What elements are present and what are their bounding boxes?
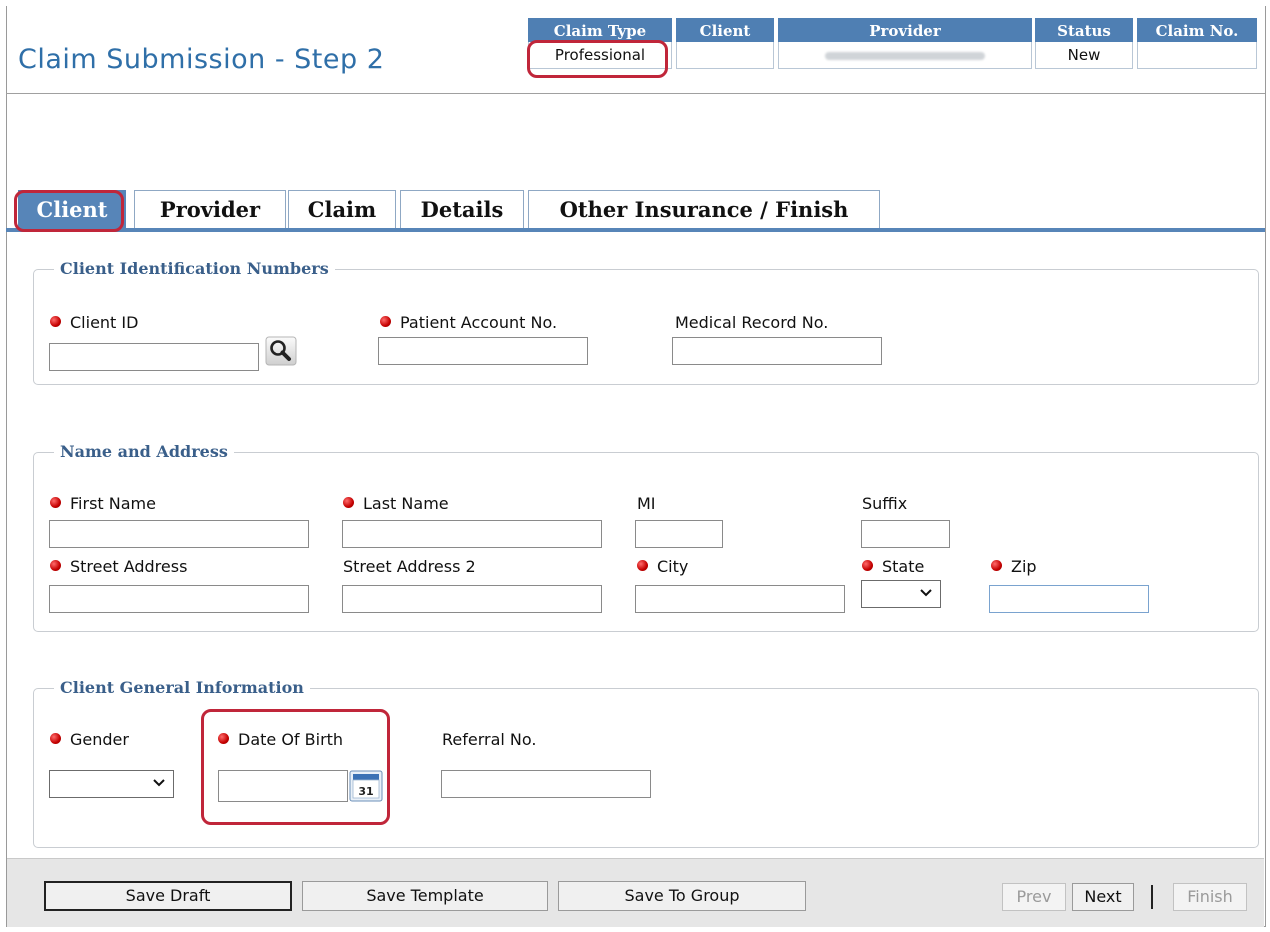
- section-legend: Client General Information: [54, 678, 310, 697]
- tab-underline: [6, 228, 1265, 232]
- finish-button[interactable]: Finish: [1173, 883, 1247, 911]
- summary-header: Claim No.: [1137, 18, 1257, 42]
- zip-label: Zip: [991, 557, 1037, 576]
- referral-input[interactable]: [441, 770, 651, 798]
- tab-other-insurance-finish[interactable]: Other Insurance / Finish: [528, 190, 880, 228]
- mi-label: MI: [637, 494, 656, 513]
- chevron-down-icon: [920, 589, 932, 597]
- summary-col-status: Status New: [1035, 18, 1133, 69]
- patient-account-input[interactable]: [378, 337, 588, 365]
- patient-account-label: Patient Account No.: [380, 313, 557, 332]
- summary-header: Status: [1035, 18, 1133, 42]
- state-label: State: [862, 557, 924, 576]
- city-input[interactable]: [635, 585, 845, 613]
- gender-label: Gender: [50, 730, 129, 749]
- tab-provider[interactable]: Provider: [134, 190, 286, 228]
- client-id-input[interactable]: [49, 343, 259, 371]
- street-address-input[interactable]: [49, 585, 309, 613]
- page-title: Claim Submission - Step 2: [18, 44, 385, 75]
- tab-details[interactable]: Details: [400, 190, 524, 228]
- summary-header: Provider: [778, 18, 1032, 42]
- separator: [1151, 885, 1153, 909]
- mi-input[interactable]: [635, 520, 723, 548]
- street-address-label: Street Address: [50, 557, 187, 576]
- state-select[interactable]: [861, 580, 941, 608]
- summary-value: [676, 42, 774, 69]
- client-id-label: Client ID: [50, 313, 138, 332]
- suffix-label: Suffix: [862, 494, 908, 513]
- tab-claim[interactable]: Claim: [288, 190, 396, 228]
- summary-header: Claim Type: [528, 18, 672, 42]
- chevron-down-icon: [153, 779, 165, 787]
- summary-value: New: [1035, 42, 1133, 69]
- footer-toolbar: Save Draft Save Template Save To Group P…: [7, 858, 1264, 927]
- gender-select[interactable]: [49, 770, 174, 798]
- section-legend: Name and Address: [54, 442, 234, 461]
- prev-button[interactable]: Prev: [1002, 883, 1066, 911]
- save-template-button[interactable]: Save Template: [302, 881, 548, 911]
- medical-record-label: Medical Record No.: [675, 313, 829, 332]
- date-of-birth-callout: [201, 709, 390, 825]
- street-address-2-label: Street Address 2: [343, 557, 476, 576]
- title-divider: [6, 93, 1265, 94]
- first-name-label: First Name: [50, 494, 156, 513]
- summary-value: [1137, 42, 1257, 69]
- referral-label: Referral No.: [442, 730, 537, 749]
- street-address-2-input[interactable]: [342, 585, 602, 613]
- claim-type-callout: [527, 40, 668, 78]
- summary-col-provider: Provider: [778, 18, 1032, 69]
- medical-record-input[interactable]: [672, 337, 882, 365]
- save-to-group-button[interactable]: Save To Group: [558, 881, 806, 911]
- next-button[interactable]: Next: [1072, 883, 1134, 911]
- summary-value-redacted: [778, 42, 1032, 69]
- client-identification-section: Client Identification Numbers Client ID …: [33, 259, 1259, 385]
- client-tab-callout: [14, 190, 124, 232]
- last-name-label: Last Name: [343, 494, 449, 513]
- first-name-input[interactable]: [49, 520, 309, 548]
- city-label: City: [637, 557, 688, 576]
- save-draft-button[interactable]: Save Draft: [44, 881, 292, 911]
- search-icon[interactable]: [265, 336, 297, 370]
- name-address-section: Name and Address First Name Last Name MI…: [33, 442, 1259, 632]
- section-legend: Client Identification Numbers: [54, 259, 335, 278]
- zip-input[interactable]: [989, 585, 1149, 613]
- summary-header: Client: [676, 18, 774, 42]
- summary-col-client: Client: [676, 18, 774, 69]
- last-name-input[interactable]: [342, 520, 602, 548]
- suffix-input[interactable]: [861, 520, 950, 548]
- summary-col-claim-no: Claim No.: [1137, 18, 1257, 69]
